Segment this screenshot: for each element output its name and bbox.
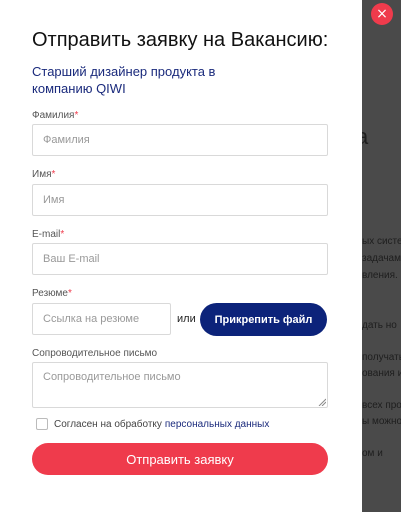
email-label: E-mail* [32, 229, 65, 240]
first-name-label: Имя* [32, 169, 56, 180]
first-name-input[interactable] [32, 184, 328, 216]
resize-grip-icon[interactable] [318, 398, 326, 406]
submit-application-button[interactable]: Отправить заявку [32, 443, 328, 475]
background-text: получать [362, 352, 401, 363]
last-name-input[interactable] [32, 124, 328, 156]
email-input[interactable] [32, 243, 328, 275]
background-text: ы можно [362, 416, 401, 427]
attach-file-button[interactable]: Прикрепить файл [200, 303, 327, 336]
consent-row: Согласен на обработку персональных данны… [36, 418, 269, 430]
or-text: или [177, 313, 196, 325]
consent-checkbox[interactable] [36, 418, 48, 430]
consent-text: Согласен на обработку [54, 418, 162, 430]
cover-letter-textarea[interactable] [32, 362, 328, 408]
background-text: ых систем [362, 236, 401, 247]
background-text: вления. [362, 270, 398, 281]
cover-letter-label: Сопроводительное письмо [32, 348, 158, 359]
resume-link-input[interactable] [32, 303, 171, 335]
resume-label: Резюме* [32, 288, 72, 299]
vacancy-subtitle: Старший дизайнер продукта в компанию QIW… [32, 64, 216, 96]
application-modal: Отправить заявку на Вакансию: Старший ди… [0, 0, 362, 512]
modal-title: Отправить заявку на Вакансию: [32, 29, 329, 51]
personal-data-link[interactable]: персональных данных [165, 419, 269, 430]
background-text: ом и [362, 448, 383, 459]
background-text: дать но [362, 320, 397, 331]
background-text: ования и [362, 368, 401, 379]
last-name-label: Фамилия* [32, 110, 79, 121]
background-text: всех прод [362, 400, 401, 411]
close-icon[interactable]: × [371, 3, 393, 25]
background-text: задачами [362, 253, 401, 264]
